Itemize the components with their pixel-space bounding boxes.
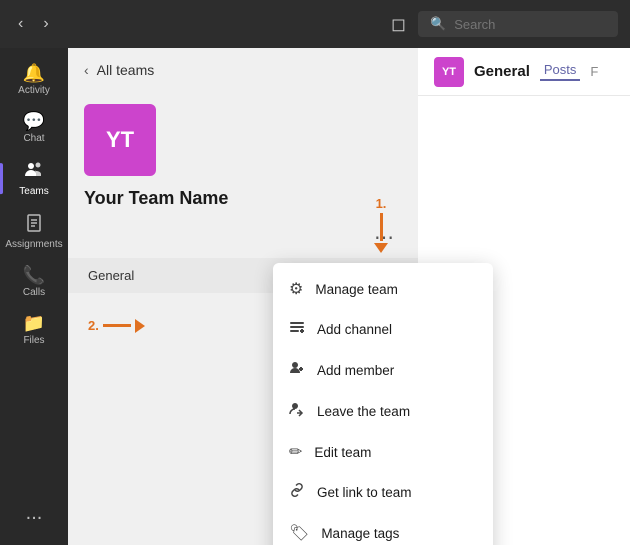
search-icon: 🔍: [430, 16, 446, 32]
menu-item-manage-team[interactable]: ⚙ Manage team: [273, 269, 493, 309]
sidebar-label-chat: Chat: [23, 133, 44, 144]
team-name: Your Team Name: [84, 188, 402, 209]
main-layout: 🔔 Activity 💬 Chat Teams: [0, 48, 630, 545]
teams-icon: [24, 160, 44, 183]
sidebar-label-files: Files: [23, 335, 44, 346]
sidebar-more-button[interactable]: ...: [18, 494, 51, 533]
all-teams-label: All teams: [97, 62, 155, 78]
sidebar-label-activity: Activity: [18, 85, 50, 96]
sidebar-item-assignments[interactable]: Assignments: [0, 205, 68, 258]
sidebar-label-calls: Calls: [23, 287, 45, 298]
rp-tab-more[interactable]: F: [590, 64, 598, 79]
add-member-icon: [289, 360, 305, 381]
compose-icon[interactable]: ◻: [391, 14, 406, 35]
rp-channel-name: General: [474, 63, 530, 80]
sidebar-item-chat[interactable]: 💬 Chat: [0, 104, 68, 152]
leave-team-icon: [289, 401, 305, 422]
annotation-1: 1.: [374, 196, 388, 253]
manage-team-icon: ⚙: [289, 279, 303, 299]
rp-avatar: YT: [434, 57, 464, 87]
files-icon: 📁: [23, 314, 45, 332]
sidebar-item-files[interactable]: 📁 Files: [0, 306, 68, 354]
arrow-stem-right: [103, 324, 131, 327]
arrow-down-icon: [374, 243, 388, 253]
team-avatar: YT: [84, 104, 156, 176]
edit-team-icon: ✏: [289, 442, 302, 462]
context-menu: ⚙ Manage team Add channel: [273, 263, 493, 545]
team-more-area: ⋯: [68, 221, 418, 258]
manage-tags-icon: 🏷: [289, 523, 309, 543]
back-arrow-icon: ‹: [84, 62, 89, 78]
sidebar: 🔔 Activity 💬 Chat Teams: [0, 48, 68, 545]
activity-icon: 🔔: [23, 64, 45, 82]
menu-item-add-channel[interactable]: Add channel: [273, 309, 493, 350]
chat-icon: 💬: [23, 112, 45, 130]
content-panel: ‹ All teams YT Your Team Name ⋯ 1. Gener…: [68, 48, 418, 545]
teams-back-header[interactable]: ‹ All teams: [68, 48, 418, 88]
menu-item-add-member[interactable]: Add member: [273, 350, 493, 391]
sidebar-item-activity[interactable]: 🔔 Activity: [0, 56, 68, 104]
menu-item-get-link[interactable]: Get link to team: [273, 472, 493, 513]
calls-icon: 📞: [23, 266, 45, 284]
rp-tab-posts[interactable]: Posts: [540, 62, 581, 81]
right-panel-header: YT General Posts F: [418, 48, 630, 96]
back-button[interactable]: ‹: [12, 11, 29, 37]
assignments-icon: [24, 213, 44, 236]
sidebar-label-teams: Teams: [19, 186, 48, 197]
top-bar-right: ◻ 🔍: [391, 11, 618, 37]
team-card: YT Your Team Name: [68, 88, 418, 221]
arrow-right-icon: [135, 319, 145, 333]
menu-item-manage-tags[interactable]: 🏷 Manage tags: [273, 513, 493, 545]
menu-item-edit-team[interactable]: ✏ Edit team: [273, 432, 493, 472]
search-input[interactable]: [454, 17, 606, 32]
sidebar-item-calls[interactable]: 📞 Calls: [0, 258, 68, 306]
annotation-2: 2.: [88, 318, 145, 333]
top-bar: ‹ › ◻ 🔍: [0, 0, 630, 48]
arrow-stem-down: [380, 213, 383, 241]
sidebar-item-teams[interactable]: Teams: [0, 152, 68, 205]
sidebar-label-assignments: Assignments: [5, 239, 62, 250]
nav-arrows: ‹ ›: [12, 11, 55, 37]
search-box: 🔍: [418, 11, 618, 37]
menu-item-leave-team[interactable]: Leave the team: [273, 391, 493, 432]
get-link-icon: [289, 482, 305, 503]
forward-button[interactable]: ›: [37, 11, 54, 37]
add-channel-icon: [289, 319, 305, 340]
